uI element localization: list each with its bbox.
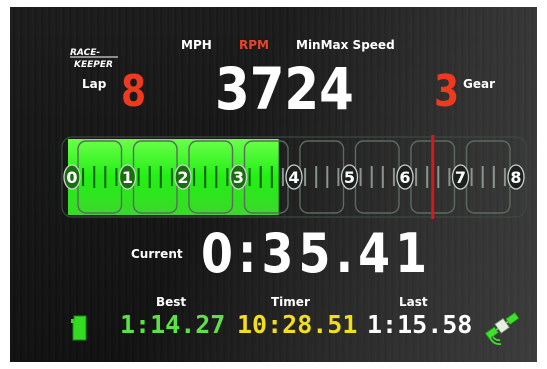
- race-keeper-logo: RACE- KEEPER: [70, 48, 118, 70]
- satellite-icon: [484, 312, 520, 346]
- gauge-tick-label: 1: [122, 168, 133, 187]
- gauge-tick-label: 8: [510, 168, 521, 187]
- mode-rpm-button[interactable]: RPM: [239, 38, 269, 52]
- gear-number: 3: [434, 66, 460, 117]
- mode-minmax-speed-button[interactable]: MinMax Speed: [296, 38, 395, 52]
- gauge-tick-label: 0: [66, 168, 77, 187]
- gauge-tick-label: 7: [455, 168, 466, 187]
- gauge-tick-label: 3: [233, 168, 244, 187]
- gauge-tick-label: 6: [399, 168, 410, 187]
- gauge-tick-labels: 0 1 2 3 4 5 6 7 8: [63, 164, 525, 190]
- gauge-tick-label: 5: [344, 168, 355, 187]
- session-timer: 10:28.51: [237, 310, 358, 339]
- mode-mph-button[interactable]: MPH: [181, 38, 212, 52]
- best-lap-time: 1:14.27: [120, 310, 226, 339]
- gear-label: Gear: [463, 77, 496, 91]
- gauge-cell: [299, 140, 345, 214]
- rpm-readout: 3724: [215, 55, 354, 123]
- gauge-cell: [354, 140, 400, 214]
- timer-label: Timer: [271, 295, 310, 309]
- rpm-bar-gauge: 0 1 2 3 4 5 6 7 8: [61, 135, 527, 219]
- last-lap-time: 1:15.58: [367, 310, 473, 339]
- last-lap-label: Last: [399, 295, 428, 309]
- gauge-tick-label: 2: [177, 168, 188, 187]
- current-lap-label: Current: [131, 247, 183, 261]
- best-lap-label: Best: [156, 295, 187, 309]
- sd-card-icon: [71, 315, 87, 341]
- lap-number: 8: [121, 66, 147, 117]
- svg-text:KEEPER: KEEPER: [74, 60, 113, 70]
- lap-label: Lap: [82, 77, 107, 91]
- gauge-tick-label: 4: [288, 168, 299, 187]
- current-lap-time: 0:35.41: [201, 222, 433, 285]
- gauge-cell: [465, 140, 511, 214]
- dashboard-screen: RACE- KEEPER MPH RPM MinMax Speed Lap 8 …: [10, 7, 537, 362]
